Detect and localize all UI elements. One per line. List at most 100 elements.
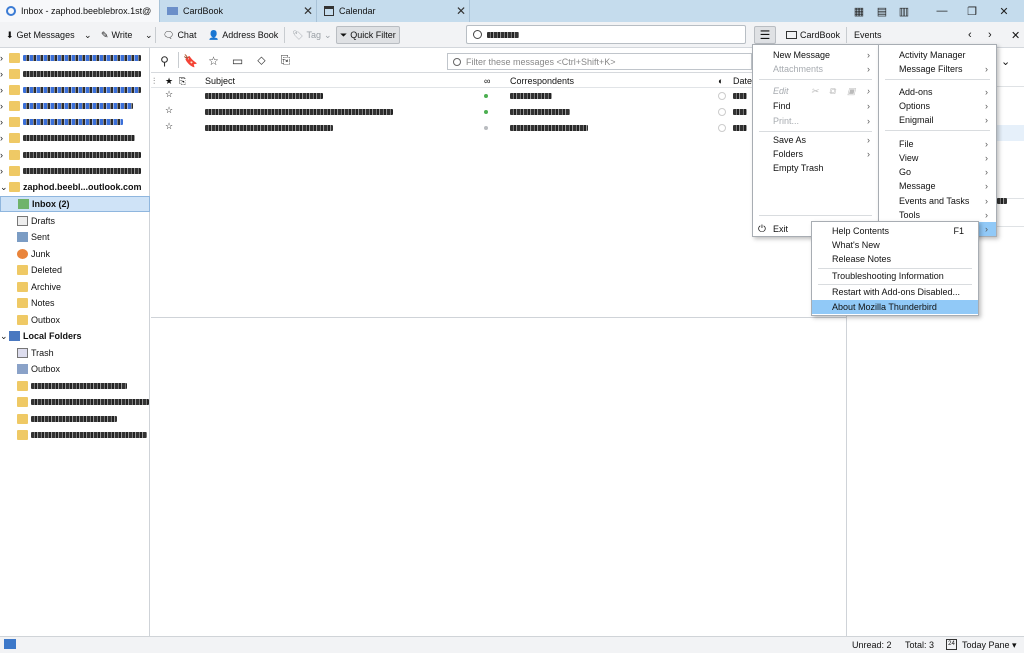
- menu-about[interactable]: About Mozilla Thunderbird: [812, 300, 978, 314]
- attachment-column-icon[interactable]: ⎘: [179, 76, 186, 87]
- chat-button[interactable]: 🗨 Chat: [160, 26, 199, 44]
- tags-filter-icon[interactable]: ⬦: [254, 53, 269, 68]
- menu-attachments[interactable]: Attachments ›: [753, 62, 878, 76]
- restore-icon[interactable]: ❐: [960, 0, 984, 22]
- menu-folders[interactable]: Folders ›: [753, 147, 878, 161]
- menu-find[interactable]: Find ›: [753, 99, 878, 113]
- quick-filter-button[interactable]: ⏷ Quick Filter: [336, 26, 400, 44]
- menu-troubleshooting[interactable]: Troubleshooting Information: [812, 269, 978, 283]
- get-messages-dropdown[interactable]: ⌄: [81, 26, 95, 44]
- tab-inbox[interactable]: Inbox - zaphod.beeblebrox.1st@: [0, 0, 160, 22]
- menu-add-ons[interactable]: Add-ons ›: [879, 85, 996, 99]
- junk-status-icon[interactable]: [718, 124, 726, 132]
- tag-button[interactable]: 🏷 Tag ⌄: [289, 26, 335, 44]
- unread-dot-icon[interactable]: [484, 110, 488, 114]
- account-row[interactable]: ›: [0, 82, 150, 98]
- today-pane-toggle[interactable]: Today Pane ▾: [962, 640, 1017, 651]
- menu-release-notes[interactable]: Release Notes: [812, 252, 978, 266]
- contact-filter-icon[interactable]: ▭: [230, 53, 245, 68]
- tab-calendar[interactable]: Calendar ✕: [318, 0, 470, 22]
- account-row[interactable]: ›: [0, 130, 150, 146]
- menu-print[interactable]: Print... ›: [753, 114, 878, 128]
- close-events-button[interactable]: ✕: [1008, 26, 1023, 44]
- online-status-icon[interactable]: [4, 639, 16, 649]
- message-row[interactable]: ☆: [151, 89, 751, 105]
- folder-junk[interactable]: Junk: [0, 246, 150, 262]
- folder-row[interactable]: [0, 411, 150, 427]
- minimize-icon[interactable]: —: [930, 0, 954, 22]
- star-icon[interactable]: ☆: [165, 89, 173, 100]
- menu-enigmail[interactable]: Enigmail ›: [879, 113, 996, 127]
- menu-activity-manager[interactable]: Activity Manager: [879, 48, 996, 62]
- write-dropdown[interactable]: ⌄: [142, 26, 156, 44]
- star-icon[interactable]: ☆: [165, 121, 173, 132]
- menu-help[interactable]: ›: [979, 222, 996, 236]
- star-column-icon[interactable]: ★: [165, 76, 173, 87]
- calendar-icon[interactable]: ▦: [847, 0, 871, 22]
- folder-archive[interactable]: Archive: [0, 279, 150, 295]
- filter-messages-input[interactable]: Filter these messages <Ctrl+Shift+K>: [447, 53, 752, 70]
- close-window-icon[interactable]: ✕: [992, 0, 1016, 22]
- folder-row[interactable]: [0, 394, 150, 410]
- read-column-icon[interactable]: ∞: [484, 76, 490, 86]
- menu-new-message[interactable]: New Message ›: [753, 48, 878, 62]
- folder-notes[interactable]: Notes: [0, 295, 150, 311]
- menu-whats-new[interactable]: What's New: [812, 238, 978, 252]
- menu-view[interactable]: View ›: [879, 151, 996, 165]
- menu-file[interactable]: File ›: [879, 137, 996, 151]
- message-pane-splitter[interactable]: [151, 317, 846, 318]
- copy-icon[interactable]: ⧉: [829, 86, 835, 97]
- close-icon[interactable]: ✕: [300, 4, 316, 18]
- menu-help-contents[interactable]: Help Contents F1: [812, 224, 978, 238]
- message-row[interactable]: ☆: [151, 105, 751, 121]
- account-row[interactable]: ›: [0, 66, 150, 82]
- menu-message[interactable]: Message ›: [879, 179, 996, 193]
- junk-column-icon[interactable]: ◐: [718, 76, 723, 86]
- search-input[interactable]: [466, 25, 746, 44]
- menu-events-tasks[interactable]: Events and Tasks ›: [879, 194, 996, 208]
- account-row[interactable]: ›: [0, 50, 150, 66]
- account-row[interactable]: ›: [0, 114, 150, 130]
- folder-drafts[interactable]: Drafts: [0, 213, 150, 229]
- message-row[interactable]: ☆: [151, 121, 751, 137]
- folder-outbox[interactable]: Outbox: [0, 312, 150, 328]
- address-book-button[interactable]: 👤 Address Book: [205, 26, 281, 44]
- unread-filter-icon[interactable]: 🔖: [183, 53, 198, 68]
- menu-message-filters[interactable]: Message Filters ›: [879, 62, 996, 76]
- folder-row[interactable]: [0, 378, 150, 394]
- account-row[interactable]: ›: [0, 147, 150, 163]
- tasks-icon[interactable]: ▤: [870, 0, 894, 22]
- junk-status-icon[interactable]: [718, 108, 726, 116]
- get-messages-button[interactable]: ⬇ Get Messages: [3, 26, 78, 44]
- thread-column-icon[interactable]: ⫶: [153, 76, 155, 87]
- account-row[interactable]: ›: [0, 163, 150, 179]
- date-column-header[interactable]: Date: [733, 76, 752, 86]
- write-button[interactable]: ✎ Write: [98, 26, 135, 44]
- starred-filter-icon[interactable]: ☆: [206, 53, 221, 68]
- folder-local-outbox[interactable]: Outbox: [0, 361, 150, 377]
- local-folders-row[interactable]: ⌄ Local Folders: [0, 328, 150, 344]
- star-icon[interactable]: ☆: [165, 105, 173, 116]
- folder-deleted[interactable]: Deleted: [0, 262, 150, 278]
- app-menu-button[interactable]: ☰: [754, 26, 776, 44]
- folder-trash[interactable]: Trash: [0, 345, 150, 361]
- menu-go[interactable]: Go ›: [879, 165, 996, 179]
- read-dot-icon[interactable]: [484, 126, 488, 130]
- junk-status-icon[interactable]: [718, 92, 726, 100]
- cardbook-button[interactable]: CardBook: [783, 26, 843, 44]
- menu-restart-safe[interactable]: Restart with Add-ons Disabled...: [812, 285, 978, 299]
- folder-inbox[interactable]: Inbox (2): [0, 196, 150, 212]
- folder-sent[interactable]: Sent: [0, 229, 150, 245]
- folder-row[interactable]: [0, 427, 150, 443]
- menu-empty-trash[interactable]: Empty Trash: [753, 161, 878, 175]
- close-icon[interactable]: ✕: [453, 4, 469, 18]
- unread-dot-icon[interactable]: [484, 94, 488, 98]
- attachment-filter-icon[interactable]: ⎘: [278, 53, 293, 68]
- address-book-icon[interactable]: ▥: [892, 0, 916, 22]
- account-row[interactable]: ⌄ zaphod.beebl...outlook.com: [0, 179, 150, 195]
- menu-tools[interactable]: Tools ›: [879, 208, 996, 222]
- chevron-down-icon[interactable]: ⌄: [1001, 55, 1010, 68]
- account-row[interactable]: ›: [0, 98, 150, 114]
- calendar-row[interactable]: [997, 196, 1007, 206]
- paste-icon[interactable]: ▣: [847, 86, 856, 97]
